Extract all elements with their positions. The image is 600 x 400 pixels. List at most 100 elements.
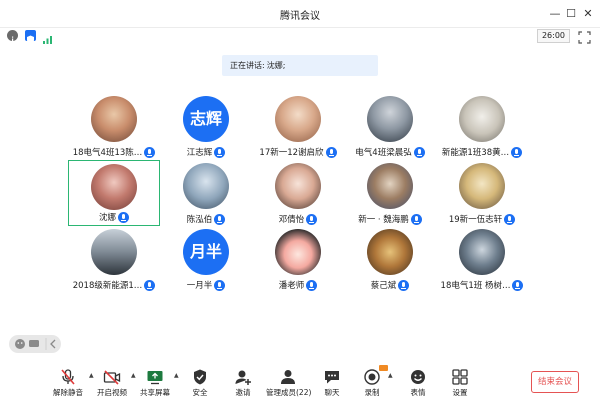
close-button[interactable]: ✕ xyxy=(580,6,596,22)
manage-members-button[interactable]: 管理成员(22) xyxy=(266,366,312,400)
participant-name: 潘老师 xyxy=(278,281,305,291)
microphone-muted-icon xyxy=(61,369,75,385)
security-label: 安全 xyxy=(192,388,208,397)
participant-tile[interactable]: 月半 一月半 xyxy=(160,229,252,291)
record-badge xyxy=(379,365,388,371)
avatar xyxy=(367,163,413,209)
participant-tile[interactable]: 志辉 江志辉 xyxy=(160,96,252,158)
participant-tile-active[interactable]: 沈娜 xyxy=(68,160,160,226)
share-screen-button[interactable]: 共享屏幕 xyxy=(133,366,177,400)
participant-name: 电气4班梁晨弘 xyxy=(355,148,412,158)
chat-label: 聊天 xyxy=(324,388,340,397)
microphone-icon xyxy=(144,279,156,291)
avatar xyxy=(91,229,137,275)
microphone-icon xyxy=(512,279,524,291)
shield-icon[interactable] xyxy=(25,30,36,44)
reactions-label: 表情 xyxy=(410,388,426,397)
participant-name: 17新一12谢启欣 xyxy=(259,148,324,158)
apps-grid-icon xyxy=(452,369,468,385)
microphone-icon xyxy=(410,213,422,225)
participant-name: 沈娜 xyxy=(98,213,116,223)
participant-tile[interactable]: 18电气4班13陈… xyxy=(68,96,160,158)
participant-name: 一月半 xyxy=(186,281,213,291)
avatar xyxy=(183,163,229,209)
microphone-icon xyxy=(214,213,226,225)
shield-icon xyxy=(194,369,206,385)
maximize-button[interactable]: ☐ xyxy=(563,6,579,22)
participant-name: 18电气4班13陈… xyxy=(72,148,143,158)
participant-tile[interactable]: 蔡己斌 xyxy=(344,229,436,291)
avatar xyxy=(459,163,505,209)
minimize-button[interactable]: — xyxy=(547,6,563,22)
members-icon xyxy=(281,370,295,384)
info-icon[interactable] xyxy=(7,30,18,43)
avatar xyxy=(275,163,321,209)
avatar: 志辉 xyxy=(183,96,229,142)
avatar: 月半 xyxy=(183,229,229,275)
chat-bubble-toggle[interactable] xyxy=(9,335,61,353)
start-video-label: 开启视频 xyxy=(97,388,127,397)
participant-name: 蔡己斌 xyxy=(370,281,397,291)
speaking-name: 沈娜; xyxy=(266,61,286,70)
participant-name: 陈泓伯 xyxy=(186,215,213,225)
add-user-icon xyxy=(235,370,251,385)
participant-name: 新能源1班38黄… xyxy=(441,148,510,158)
invite-label: 邀请 xyxy=(235,388,251,397)
chat-button[interactable]: 聊天 xyxy=(310,366,354,400)
avatar xyxy=(275,96,321,142)
microphone-icon xyxy=(118,211,129,223)
fullscreen-icon[interactable] xyxy=(578,29,591,44)
participant-tile[interactable]: 新能源1班38黄… xyxy=(436,96,528,158)
avatar xyxy=(275,229,321,275)
participant-tile[interactable]: 17新一12谢启欣 xyxy=(252,96,344,158)
participant-tile[interactable]: 陈泓伯 xyxy=(160,163,252,225)
avatar xyxy=(367,229,413,275)
meeting-timer: 26:00 xyxy=(536,29,570,43)
start-video-button[interactable]: 开启视频 xyxy=(90,366,134,400)
smiley-icon xyxy=(411,370,425,384)
avatar xyxy=(459,96,505,142)
participant-tile[interactable]: 2018级新能源1… xyxy=(68,229,160,291)
microphone-icon xyxy=(306,279,318,291)
microphone-icon xyxy=(214,279,226,291)
settings-label: 设置 xyxy=(452,388,468,397)
window-title: 腾讯会议 xyxy=(280,11,320,22)
participant-name: 2018级新能源1… xyxy=(72,281,143,291)
signal-icon[interactable] xyxy=(42,30,53,44)
avatar xyxy=(459,229,505,275)
microphone-icon xyxy=(325,146,337,158)
avatar xyxy=(91,164,137,210)
reactions-button[interactable]: 表情 xyxy=(396,366,440,400)
share-screen-label: 共享屏幕 xyxy=(140,388,170,397)
record-label: 录制 xyxy=(364,388,380,397)
participant-tile[interactable]: 电气4班梁晨弘 xyxy=(344,96,436,158)
settings-button[interactable]: 设置 xyxy=(438,366,482,400)
invite-button[interactable]: 邀请 xyxy=(221,366,265,400)
speaking-banner: 正在讲话: 沈娜; xyxy=(222,55,378,76)
microphone-icon xyxy=(504,213,516,225)
participant-name: 18电气1班 杨树… xyxy=(440,281,511,291)
camera-off-icon xyxy=(103,370,121,385)
microphone-icon xyxy=(511,146,523,158)
microphone-icon xyxy=(413,146,425,158)
avatar xyxy=(367,96,413,142)
meeting-toolbar: 解除静音 ▲ 开启视频 ▲ 共享屏幕 ▲ 安全 邀请 管理成员(22) 聊天 录… xyxy=(0,362,600,400)
participant-tile[interactable]: 潘老师 xyxy=(252,229,344,291)
participant-tile[interactable]: 邓倩怡 xyxy=(252,163,344,225)
participant-tile[interactable]: 19新一伍志轩 xyxy=(436,163,528,225)
unmute-button[interactable]: 解除静音 xyxy=(46,366,90,400)
unmute-label: 解除静音 xyxy=(53,388,83,397)
end-meeting-button[interactable]: 结束会议 xyxy=(531,371,579,393)
avatar xyxy=(91,96,137,142)
manage-members-label: 管理成员(22) xyxy=(266,388,312,397)
participant-tile[interactable]: 新一 · 魏海鹏 xyxy=(344,163,436,225)
participant-name: 19新一伍志轩 xyxy=(448,215,503,225)
speaking-label: 正在讲话: xyxy=(230,61,265,70)
record-menu-caret[interactable]: ▲ xyxy=(388,372,393,379)
security-button[interactable]: 安全 xyxy=(178,366,222,400)
participant-name: 新一 · 魏海鹏 xyxy=(358,215,409,225)
microphone-icon xyxy=(144,146,156,158)
title-bar: 腾讯会议 — ☐ ✕ xyxy=(0,0,600,28)
participant-tile[interactable]: 18电气1班 杨树… xyxy=(436,229,528,291)
info-bar: 26:00 xyxy=(0,28,600,44)
